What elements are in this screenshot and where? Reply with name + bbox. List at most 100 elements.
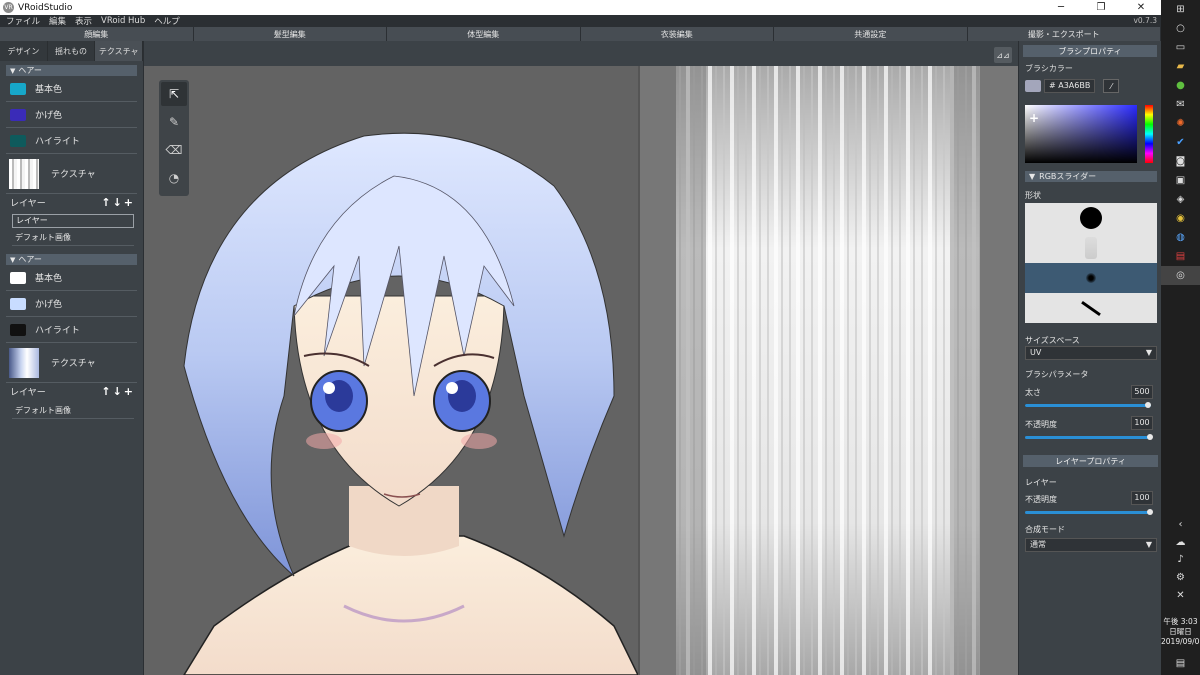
layer-opacity-slider-handle[interactable] [1147, 509, 1153, 515]
volume-icon[interactable]: ♪ [1161, 550, 1200, 569]
chrome-icon[interactable]: ◉ [1161, 209, 1200, 228]
chevron-down-icon: ▼ [1145, 540, 1152, 549]
rgb-slider-toggle[interactable]: ▼ RGBスライダー [1025, 171, 1157, 182]
menu-vroid-hub[interactable]: VRoid Hub [101, 16, 145, 26]
color-row-base[interactable]: 基本色 [6, 265, 137, 291]
layer-up-icon[interactable]: ↑ [101, 385, 110, 398]
layer-item-default[interactable]: デフォルト画像 [12, 230, 134, 246]
layer-name-input[interactable]: レイヤー [12, 214, 134, 228]
tab-hair-edit[interactable]: 髪型編集 [193, 27, 387, 41]
select-tool-icon[interactable]: ⇱ [161, 82, 187, 106]
maximize-button[interactable]: ❐ [1081, 0, 1121, 15]
thickness-slider-handle[interactable] [1145, 402, 1151, 408]
main-tab-bar: 顔編集 髪型編集 体型編集 衣装編集 共通設定 撮影・エクスポート [0, 27, 1161, 41]
texture-canvas[interactable] [676, 66, 980, 675]
vroid-taskbar-icon[interactable]: ◎ [1161, 266, 1200, 285]
color-picker-area[interactable]: + [1025, 105, 1137, 163]
sub-tab-bar: デザイン 揺れもの テクスチャ [0, 41, 144, 61]
subtab-sway[interactable]: 揺れもの [48, 41, 96, 61]
tab-common-settings[interactable]: 共通設定 [774, 27, 968, 41]
fill-tool-icon[interactable]: ◔ [161, 166, 187, 190]
menu-bar: ファイル 編集 表示 VRoid Hub ヘルプ v0.7.3 [0, 15, 1161, 27]
opacity-slider-handle[interactable] [1147, 434, 1153, 440]
notification-icon[interactable]: ▤ [1161, 655, 1200, 671]
tray-app-icon[interactable]: ⚙ [1161, 568, 1200, 587]
layer-down-icon[interactable]: ↓ [113, 385, 122, 398]
opacity-label: 不透明度 [1025, 420, 1057, 429]
app-mail-icon[interactable]: ✉ [1161, 95, 1200, 114]
subtab-design[interactable]: デザイン [0, 41, 48, 61]
texture-thumbnail[interactable] [9, 158, 39, 189]
layer-add-icon[interactable]: + [124, 385, 133, 398]
color-row-shadow[interactable]: かげ色 [6, 102, 137, 128]
mirror-toggle-icon[interactable]: ⊿⊿ [994, 47, 1012, 63]
pen-tool-icon[interactable]: ✎ [161, 110, 187, 134]
minimize-button[interactable]: ─ [1041, 0, 1081, 15]
hex-color-input[interactable]: # A3A6BB [1044, 79, 1096, 93]
app-green-icon[interactable]: ● [1161, 76, 1200, 95]
tray-expand-icon[interactable]: ‹ [1161, 515, 1200, 534]
eraser-tool-icon[interactable]: ⌫ [161, 138, 187, 162]
layer-add-icon[interactable]: + [124, 196, 133, 209]
app-blue-icon[interactable]: ◍ [1161, 228, 1200, 247]
layer-down-icon[interactable]: ↓ [113, 196, 122, 209]
layer-item-default[interactable]: デフォルト画像 [12, 403, 134, 419]
size-space-select[interactable]: UV ▼ [1025, 346, 1157, 360]
tab-body-edit[interactable]: 体型編集 [387, 27, 581, 41]
color-swatch[interactable] [10, 108, 26, 121]
menu-view[interactable]: 表示 [75, 15, 92, 27]
texture-row[interactable]: テクスチャ [6, 154, 137, 194]
clock[interactable]: 午後 3:03 日曜日 2019/09/01 [1161, 617, 1200, 647]
thickness-label: 太さ [1025, 388, 1041, 397]
blend-mode-select[interactable]: 通常 ▼ [1025, 538, 1157, 552]
eyedropper-icon[interactable]: ⁄ [1103, 79, 1120, 93]
menu-help[interactable]: ヘルプ [154, 15, 180, 27]
brush-shape-texture[interactable] [1025, 233, 1157, 263]
layer-up-icon[interactable]: ↑ [101, 196, 110, 209]
color-row-shadow[interactable]: かげ色 [6, 291, 137, 317]
opacity-slider[interactable] [1025, 436, 1151, 439]
app-orange-icon[interactable]: ✺ [1161, 114, 1200, 133]
texture-thumbnail[interactable] [9, 347, 39, 378]
section-hair-1-header[interactable]: ▼ ヘアー [6, 65, 137, 76]
color-row-highlight[interactable]: ハイライト [6, 128, 137, 154]
tab-photo-export[interactable]: 撮影・エクスポート [967, 27, 1161, 41]
layer-opacity-input[interactable]: 100 [1131, 491, 1153, 505]
clock-day: 日曜日 [1169, 627, 1192, 636]
color-swatch[interactable] [10, 134, 26, 147]
app-misc-icon[interactable]: ◈ [1161, 190, 1200, 209]
search-icon[interactable]: ○ [1161, 19, 1200, 38]
close-button[interactable]: ✕ [1121, 0, 1161, 15]
subtab-texture[interactable]: テクスチャ [95, 41, 144, 61]
folder-icon[interactable]: ▰ [1161, 57, 1200, 76]
thickness-input[interactable]: 500 [1131, 385, 1153, 399]
app-check-icon[interactable]: ✔ [1161, 133, 1200, 152]
color-swatch[interactable] [10, 297, 26, 310]
color-swatch[interactable] [10, 271, 26, 284]
hue-slider[interactable] [1145, 105, 1153, 163]
color-swatch[interactable] [10, 82, 26, 95]
app-red-icon[interactable]: ▤ [1161, 247, 1200, 266]
model-viewport[interactable] [144, 66, 638, 675]
color-row-highlight[interactable]: ハイライト [6, 317, 137, 343]
menu-file[interactable]: ファイル [6, 15, 40, 27]
opacity-input[interactable]: 100 [1131, 416, 1153, 430]
brush-color-swatch[interactable] [1025, 80, 1041, 92]
layer-opacity-slider[interactable] [1025, 511, 1151, 514]
tab-outfit-edit[interactable]: 衣装編集 [580, 27, 774, 41]
task-view-icon[interactable]: ▭ [1161, 38, 1200, 57]
app-photo-icon[interactable]: ▣ [1161, 171, 1200, 190]
color-row-base[interactable]: 基本色 [6, 76, 137, 102]
section-hair-2-header[interactable]: ▼ ヘアー [6, 254, 137, 265]
brush-shape-line[interactable] [1025, 293, 1157, 323]
tab-face-edit[interactable]: 顔編集 [0, 27, 194, 41]
color-swatch[interactable] [10, 323, 26, 336]
app-chat-icon[interactable]: ◙ [1161, 152, 1200, 171]
brush-shape-hard-round[interactable] [1025, 203, 1157, 233]
texture-row[interactable]: テクスチャ [6, 343, 137, 383]
windows-start-icon[interactable]: ⊞ [1161, 0, 1200, 19]
menu-edit[interactable]: 編集 [49, 15, 66, 27]
thickness-slider[interactable] [1025, 404, 1151, 407]
network-icon[interactable]: ✕ [1161, 586, 1200, 605]
brush-shape-soft-round[interactable] [1025, 263, 1157, 293]
